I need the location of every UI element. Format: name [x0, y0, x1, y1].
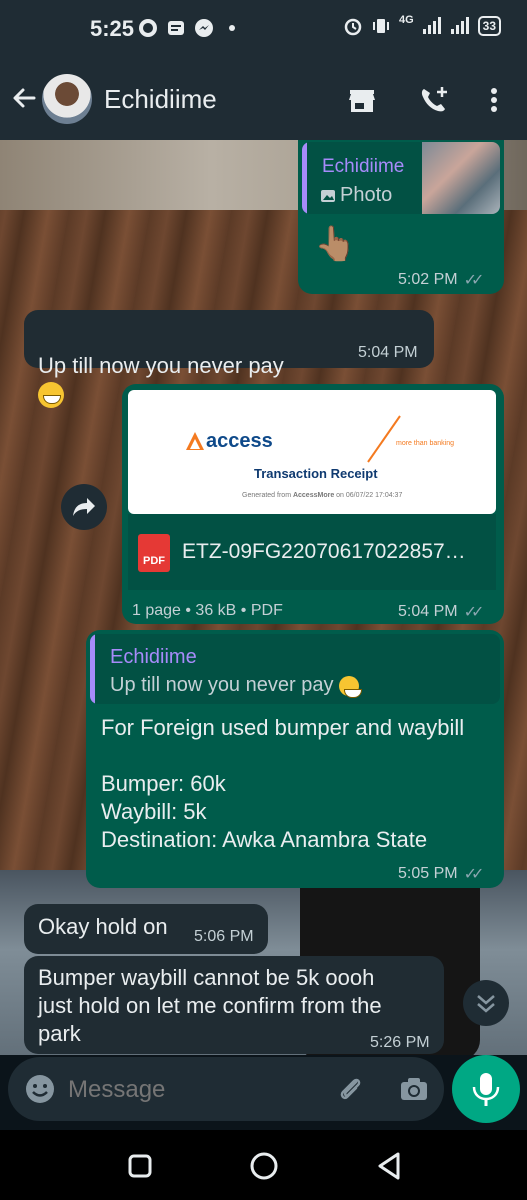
message-time: 5:04 PM [358, 344, 418, 361]
more-vert-icon[interactable] [478, 84, 510, 116]
battery-indicator: 33 [477, 16, 501, 36]
nav-back-icon[interactable] [374, 1150, 404, 1182]
message-composer [8, 1057, 444, 1121]
emoji-icon[interactable] [24, 1073, 56, 1105]
quoted-text: Up till now you never pay [110, 674, 334, 696]
message-text: Bumper waybill cannot be 5k oooh just ho… [38, 965, 382, 1046]
message-time: 5:06 PM [194, 928, 254, 945]
contact-name[interactable]: Echidiime [104, 84, 217, 115]
camera-icon[interactable] [398, 1073, 430, 1105]
delivered-ticks-icon: ✓✓ [463, 604, 485, 621]
access-brand: access [206, 430, 273, 452]
double-chevron-down-icon [477, 995, 495, 1013]
back-arrow-icon[interactable] [8, 82, 40, 114]
status-system-icons: 4G 33 [343, 14, 501, 36]
grin-emoji-icon [339, 675, 363, 698]
image-icon [321, 189, 335, 202]
vibrate-icon [371, 16, 391, 36]
message-notification-icon [166, 18, 186, 38]
document-filename: ETZ-09FG22070617022857… [182, 540, 466, 563]
receipt-title: Transaction Receipt [254, 466, 378, 481]
delivered-ticks-icon: ✓✓ [463, 272, 485, 289]
document-meta: 1 page • 36 kB • PDF [132, 602, 283, 619]
status-time: 5:25 [90, 16, 135, 41]
store-icon[interactable] [346, 84, 378, 116]
forward-button[interactable] [61, 484, 107, 530]
quoted-text-line: Up till now you never pay [110, 674, 363, 698]
avatar[interactable] [42, 74, 92, 124]
message-meta: 5:02 PM ✓✓ [398, 270, 485, 290]
quoted-sender: Echidiime [110, 646, 197, 668]
dot-icon [222, 18, 242, 38]
receipt-generated-suffix: on 06/07/22 17:04:37 [334, 492, 403, 499]
scroll-to-bottom-button[interactable] [463, 980, 509, 1026]
alarm-icon [343, 16, 363, 36]
message-text: Okay hold on [38, 914, 168, 939]
voice-message-button[interactable] [452, 1055, 520, 1123]
message-meta: 5:04 PM ✓✓ [398, 602, 485, 622]
quoted-sender: Echidiime [322, 156, 405, 177]
access-tagline: more than banking [396, 440, 454, 447]
system-navigation-bar [0, 1130, 527, 1200]
message-meta: 5:04 PM [358, 344, 418, 362]
signal-icon [422, 16, 442, 36]
grin-emoji-icon [38, 382, 64, 409]
quoted-photo-label: Photo [320, 184, 392, 207]
message-time: 5:26 PM [370, 1034, 430, 1051]
message-time: 5:05 PM [398, 865, 458, 882]
message-emoji: 👆🏽 [314, 225, 357, 263]
receipt-generated-line: Generated from AccessMore on 06/07/22 17… [242, 492, 402, 499]
message-text: For Foreign used bumper and waybill Bump… [101, 715, 465, 852]
message-meta: 5:05 PM ✓✓ [398, 864, 485, 884]
quoted-message[interactable]: Echidiime Up till now you never pay [90, 634, 500, 704]
messenger-icon [194, 18, 214, 38]
recent-apps-icon[interactable] [126, 1152, 154, 1180]
quoted-photo-thumbnail [422, 142, 500, 214]
message-text-content: Up till now you never pay [38, 353, 284, 378]
message-time: 5:04 PM [398, 603, 458, 620]
message-input[interactable] [66, 1071, 320, 1109]
attach-icon[interactable] [334, 1073, 366, 1105]
add-call-icon[interactable] [418, 84, 450, 116]
access-logo-icon [186, 432, 204, 450]
pdf-file-icon: PDF [138, 534, 170, 572]
home-icon[interactable] [248, 1150, 280, 1182]
network-type-label: 4G [398, 14, 414, 26]
message-meta: 5:06 PM [194, 928, 254, 946]
message-meta: 5:26 PM [370, 1034, 430, 1052]
orange-slash-decoration [367, 415, 401, 463]
microphone-icon [472, 1073, 500, 1106]
app-notification-icon [138, 18, 158, 38]
status-notification-icons [138, 18, 242, 38]
receipt-generated-prefix: Generated from [242, 492, 293, 499]
receipt-generated-app: AccessMore [292, 492, 335, 499]
quoted-message[interactable]: Echidiime Photo [302, 142, 500, 214]
message-time: 5:02 PM [398, 271, 458, 288]
signal-icon-2 [450, 16, 470, 36]
status-bar: 5:25 4G 33 [0, 0, 527, 58]
forward-icon [73, 498, 95, 516]
quoted-text: Photo [340, 184, 393, 206]
document-preview[interactable]: access more than banking Transaction Rec… [128, 390, 496, 514]
document-file-row[interactable]: PDF ETZ-09FG22070617022857… [128, 514, 496, 590]
delivered-ticks-icon: ✓✓ [463, 866, 485, 883]
